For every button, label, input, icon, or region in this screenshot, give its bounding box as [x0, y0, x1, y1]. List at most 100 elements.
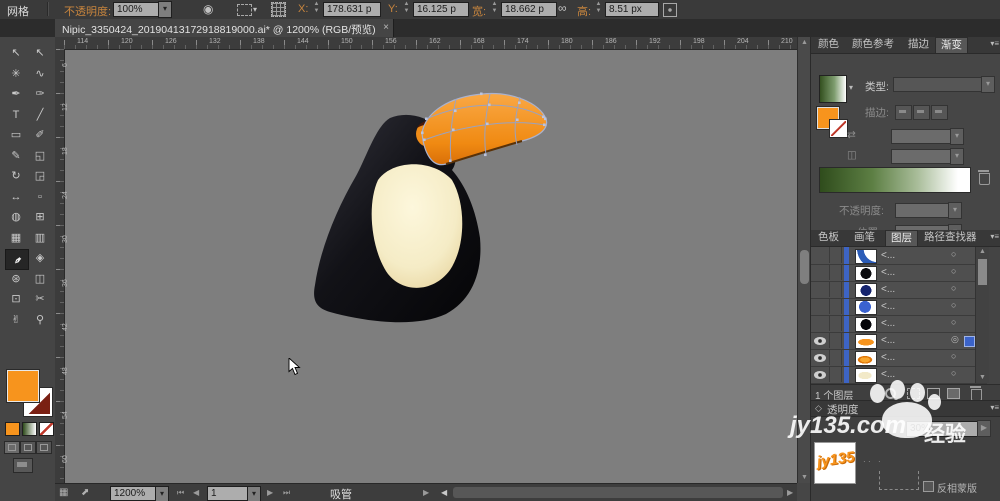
hand-tool[interactable]: ✌ [5, 311, 27, 330]
screen-mode-button[interactable] [13, 458, 33, 473]
toucan-artwork[interactable] [250, 70, 570, 340]
opacity-input[interactable]: 100% [113, 2, 161, 17]
new-layer-icon[interactable] [947, 388, 960, 399]
layer-thumbnail[interactable] [855, 333, 877, 349]
canvas-vertical-scrollbar[interactable]: ▲ ▼ [797, 37, 811, 483]
x-input[interactable]: 178.631 p [323, 2, 381, 17]
gradient-thumb-dropdown-icon[interactable]: ▾ [849, 83, 853, 92]
pencil-tool[interactable]: ✎ [5, 147, 27, 166]
layer-thumbnail[interactable] [855, 367, 877, 383]
y-input[interactable]: 16.125 p [413, 2, 469, 17]
locate-object-icon[interactable] [885, 388, 896, 399]
layer-label[interactable]: <... [881, 335, 895, 346]
mesh-tool[interactable]: ▦ [5, 229, 27, 248]
aspect-ratio-icon[interactable]: ◫ [847, 149, 857, 161]
transparency-header[interactable]: ◇ 透明度 ▾≡ [811, 401, 1000, 417]
layer-label[interactable]: <... [881, 284, 895, 295]
layer-thumbnail[interactable] [855, 299, 877, 315]
width-tool[interactable]: ↔ [5, 188, 27, 207]
selection-style-icon[interactable] [237, 4, 252, 16]
layer-row[interactable]: <... ○ [811, 315, 987, 333]
gradient-slider[interactable] [819, 167, 971, 193]
layer-thumbnail[interactable] [855, 265, 877, 281]
panel-stroke-swatch[interactable] [829, 119, 848, 138]
gradient-type-dropdown[interactable] [893, 77, 983, 92]
transform-icon[interactable] [663, 3, 677, 17]
tab-brushes[interactable]: 画笔 [849, 230, 880, 245]
tab-layers[interactable]: 图层 [885, 230, 918, 246]
panel-menu-icon[interactable]: ▾≡ [990, 39, 999, 48]
perspective-grid-tool[interactable]: ⊞ [29, 208, 51, 227]
eyedropper-tool[interactable]: ✒ [5, 249, 29, 270]
layer-label[interactable]: <... [881, 318, 895, 329]
color-mode-swatch[interactable] [5, 422, 20, 436]
blend-tool[interactable]: ◈ [29, 249, 51, 268]
object-thumbnail[interactable]: jy135 [814, 442, 856, 484]
y-stepper[interactable]: ▲ ▼ [402, 1, 411, 16]
transparency-opacity-dropdown-icon[interactable]: ▶ [977, 420, 991, 437]
delete-stop-icon[interactable] [978, 170, 990, 185]
target-circle-icon[interactable]: ○ [951, 249, 956, 259]
lock-cell[interactable] [829, 366, 842, 382]
layer-row[interactable]: <... ○ [811, 281, 987, 299]
lock-cell[interactable] [829, 281, 842, 297]
target-circle-icon[interactable]: ○ [951, 266, 956, 276]
symbol-sprayer-tool[interactable]: ⊛ [5, 270, 27, 289]
visibility-cell[interactable] [811, 315, 830, 331]
vertical-scroll-thumb[interactable] [800, 250, 809, 284]
target-circle-icon[interactable]: ○ [951, 351, 956, 361]
layer-label[interactable]: <... [881, 301, 895, 312]
magic-wand-tool[interactable]: ✳ [5, 65, 27, 84]
first-artboard-icon[interactable]: ⏮ [177, 488, 184, 498]
eraser-tool[interactable]: ◱ [29, 147, 51, 166]
mesh-options-icon[interactable] [271, 2, 286, 17]
scale-tool[interactable]: ◲ [29, 167, 51, 186]
line-tool[interactable]: ╱ [29, 106, 51, 125]
free-transform-tool[interactable]: ▫ [29, 188, 51, 207]
tab-pathfinder[interactable]: 路径查找器 [919, 230, 982, 245]
mask-thumbnail-outline[interactable] [879, 471, 919, 490]
visibility-cell[interactable] [811, 264, 830, 280]
lock-cell[interactable] [829, 298, 842, 314]
target-circle-icon[interactable]: ◎ [951, 334, 959, 345]
new-sublayer-icon[interactable] [927, 388, 940, 399]
selection-indicator[interactable] [964, 335, 975, 347]
pen-tool[interactable]: ✒ [5, 85, 27, 104]
tab-stroke[interactable]: 描边 [903, 37, 934, 52]
artboard-nav-icon[interactable]: ▦ [59, 487, 68, 498]
reverse-gradient-icon[interactable]: ⇄ [847, 129, 856, 141]
gradient-type-dropdown-icon[interactable]: ▾ [981, 76, 995, 93]
panel-menu-icon[interactable]: ▾≡ [990, 232, 999, 241]
canvas[interactable]: 114 120 126 132 138 144 150 156 162 168 174 180 186 1… [55, 37, 797, 483]
scroll-up-icon[interactable]: ▲ [976, 247, 989, 257]
gradient-angle-dropdown-icon[interactable]: ▾ [950, 128, 964, 145]
target-circle-icon[interactable]: ○ [951, 317, 956, 327]
layer-thumbnail[interactable] [855, 282, 877, 298]
transparency-opacity-input[interactable]: 30% [906, 421, 980, 437]
prev-artboard-icon[interactable]: ◀ [193, 488, 199, 497]
target-circle-icon[interactable]: ○ [951, 283, 956, 293]
draw-inside-mode-button[interactable] [36, 441, 52, 454]
panel-menu-icon[interactable]: ▾≡ [990, 403, 999, 412]
gradient-angle-input[interactable] [891, 129, 951, 144]
collapse-icon[interactable]: ◇ [815, 403, 822, 414]
zoom-tool[interactable]: ⚲ [29, 311, 51, 330]
width-input[interactable]: 18.662 p [501, 2, 557, 17]
status-expand-icon[interactable]: ▶ [423, 488, 429, 497]
paintbrush-tool[interactable]: ✐ [29, 126, 51, 145]
none-mode-swatch[interactable] [39, 422, 54, 436]
lock-cell[interactable] [829, 332, 842, 348]
visibility-cell[interactable] [811, 281, 830, 297]
visibility-cell[interactable] [811, 247, 830, 263]
tab-swatches[interactable]: 色板 [813, 230, 844, 245]
document-tab[interactable]: Nipic_3350424_20190413172918819000.ai* @… [55, 19, 394, 37]
layers-scroll-thumb[interactable] [978, 259, 987, 285]
lock-cell[interactable] [829, 315, 842, 331]
stop-opacity-dropdown-icon[interactable]: ▾ [948, 202, 962, 219]
eye-icon[interactable] [814, 370, 826, 379]
hscroll-left-icon[interactable]: ◀ [441, 488, 447, 497]
stroke-across-button[interactable] [931, 105, 948, 120]
rotate-tool[interactable]: ↻ [5, 167, 27, 186]
visibility-cell[interactable] [811, 349, 830, 365]
layer-row[interactable]: <... ○ [811, 366, 987, 384]
